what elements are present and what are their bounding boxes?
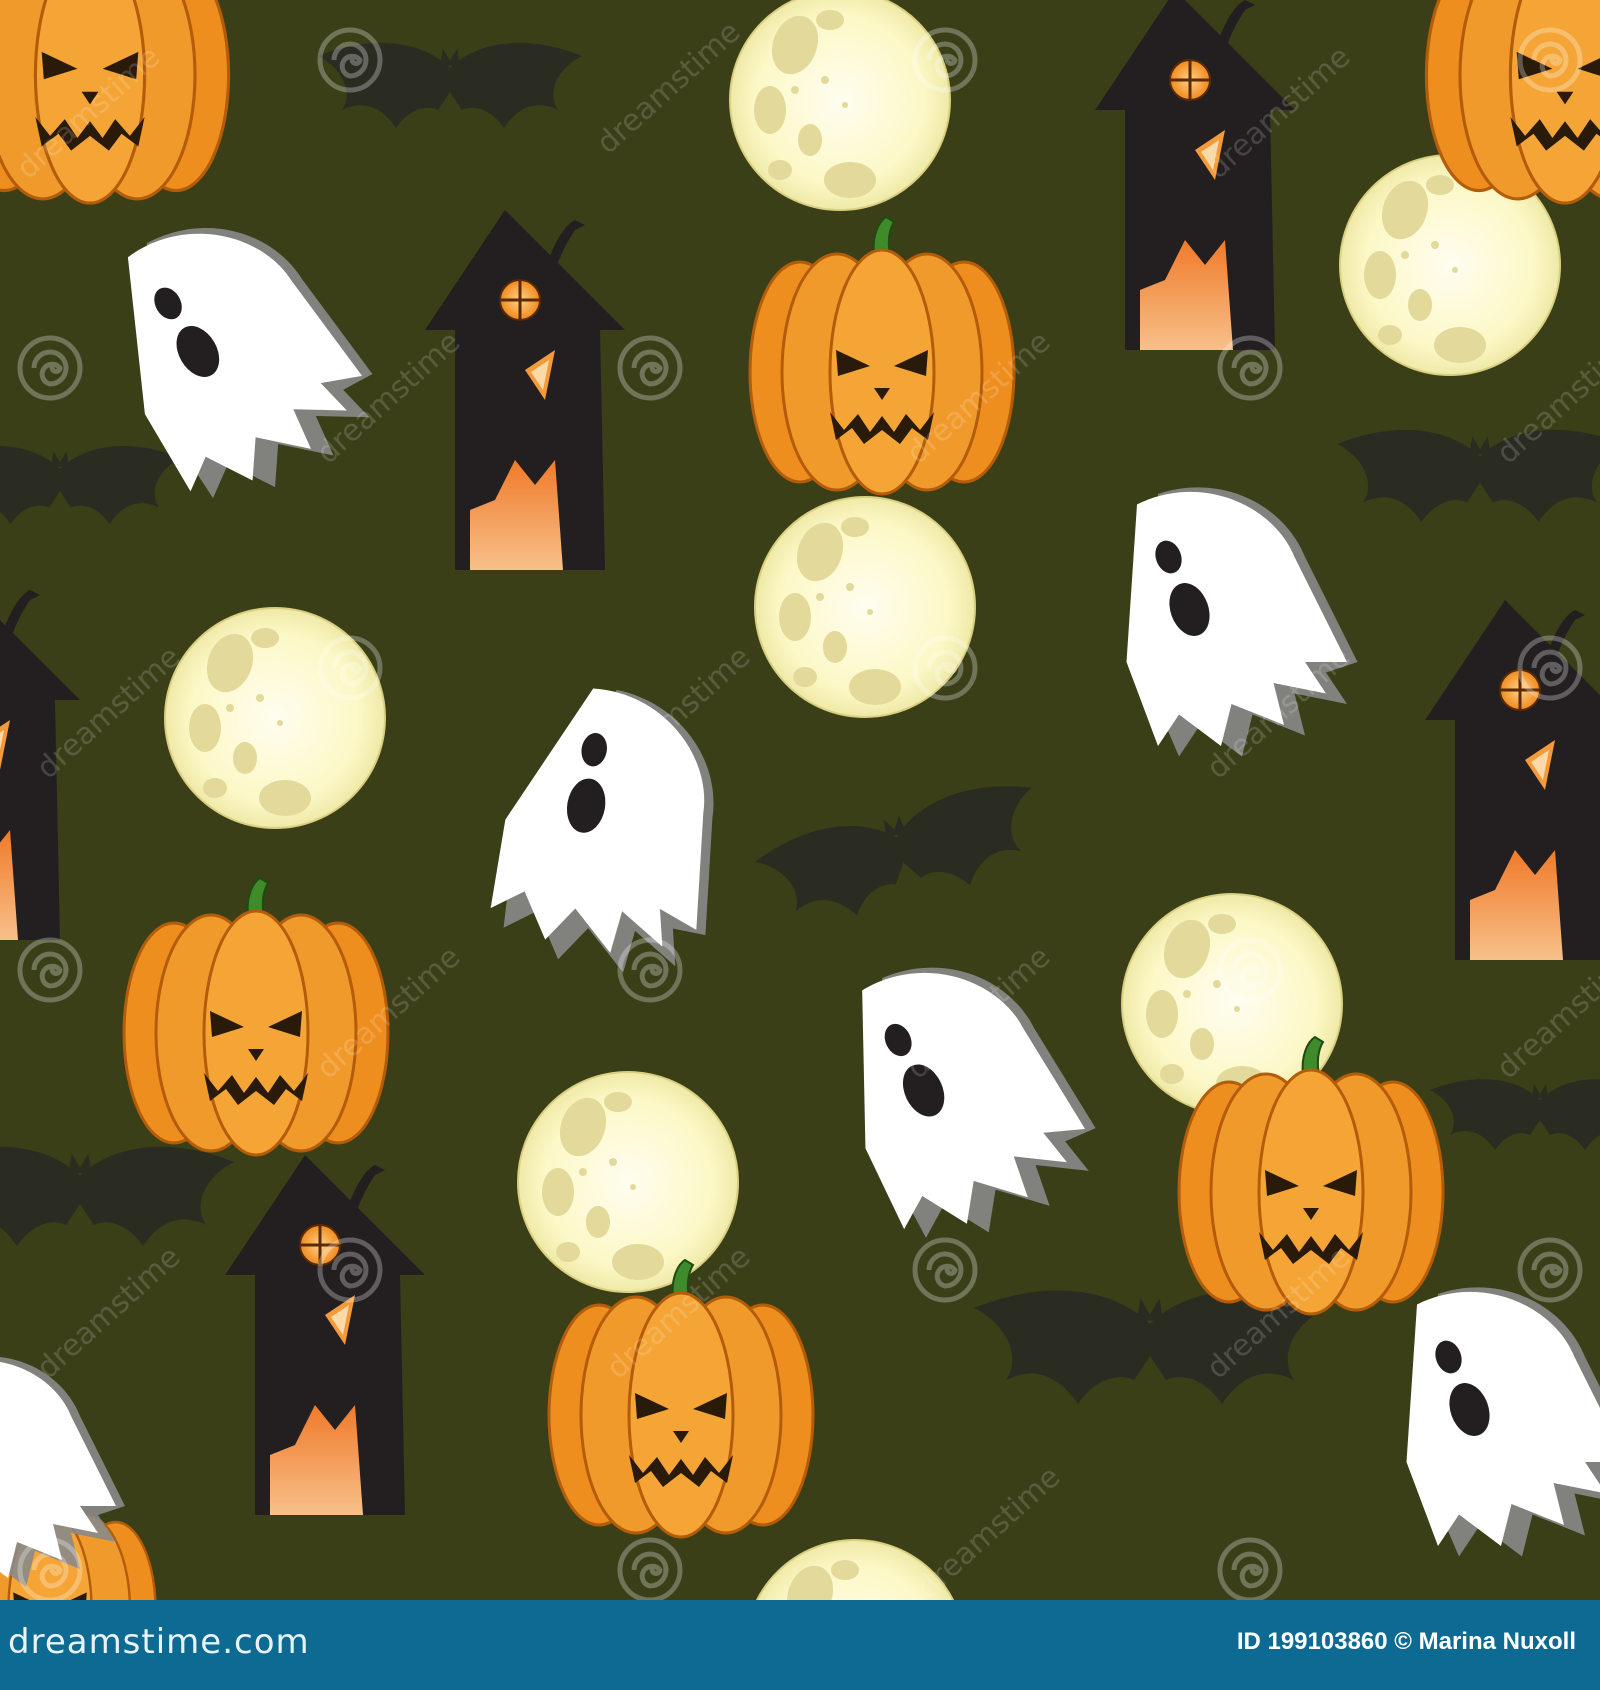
pumpkin <box>1424 0 1600 205</box>
pattern-artwork <box>0 0 1600 1600</box>
image-credit: ID 199103860 © Marina Nuxoll <box>1236 1628 1576 1655</box>
site-logo-text[interactable]: dreamstime.com <box>8 1622 310 1662</box>
full-moon <box>729 0 951 211</box>
halloween-pattern: dreamstime dreamstime dreamstime dreamst… <box>0 0 1600 1600</box>
full-moon <box>164 607 386 829</box>
full-moon <box>517 1071 739 1293</box>
stock-footer-bar: dreamstime.com ID 199103860 © Marina Nux… <box>0 1600 1600 1690</box>
